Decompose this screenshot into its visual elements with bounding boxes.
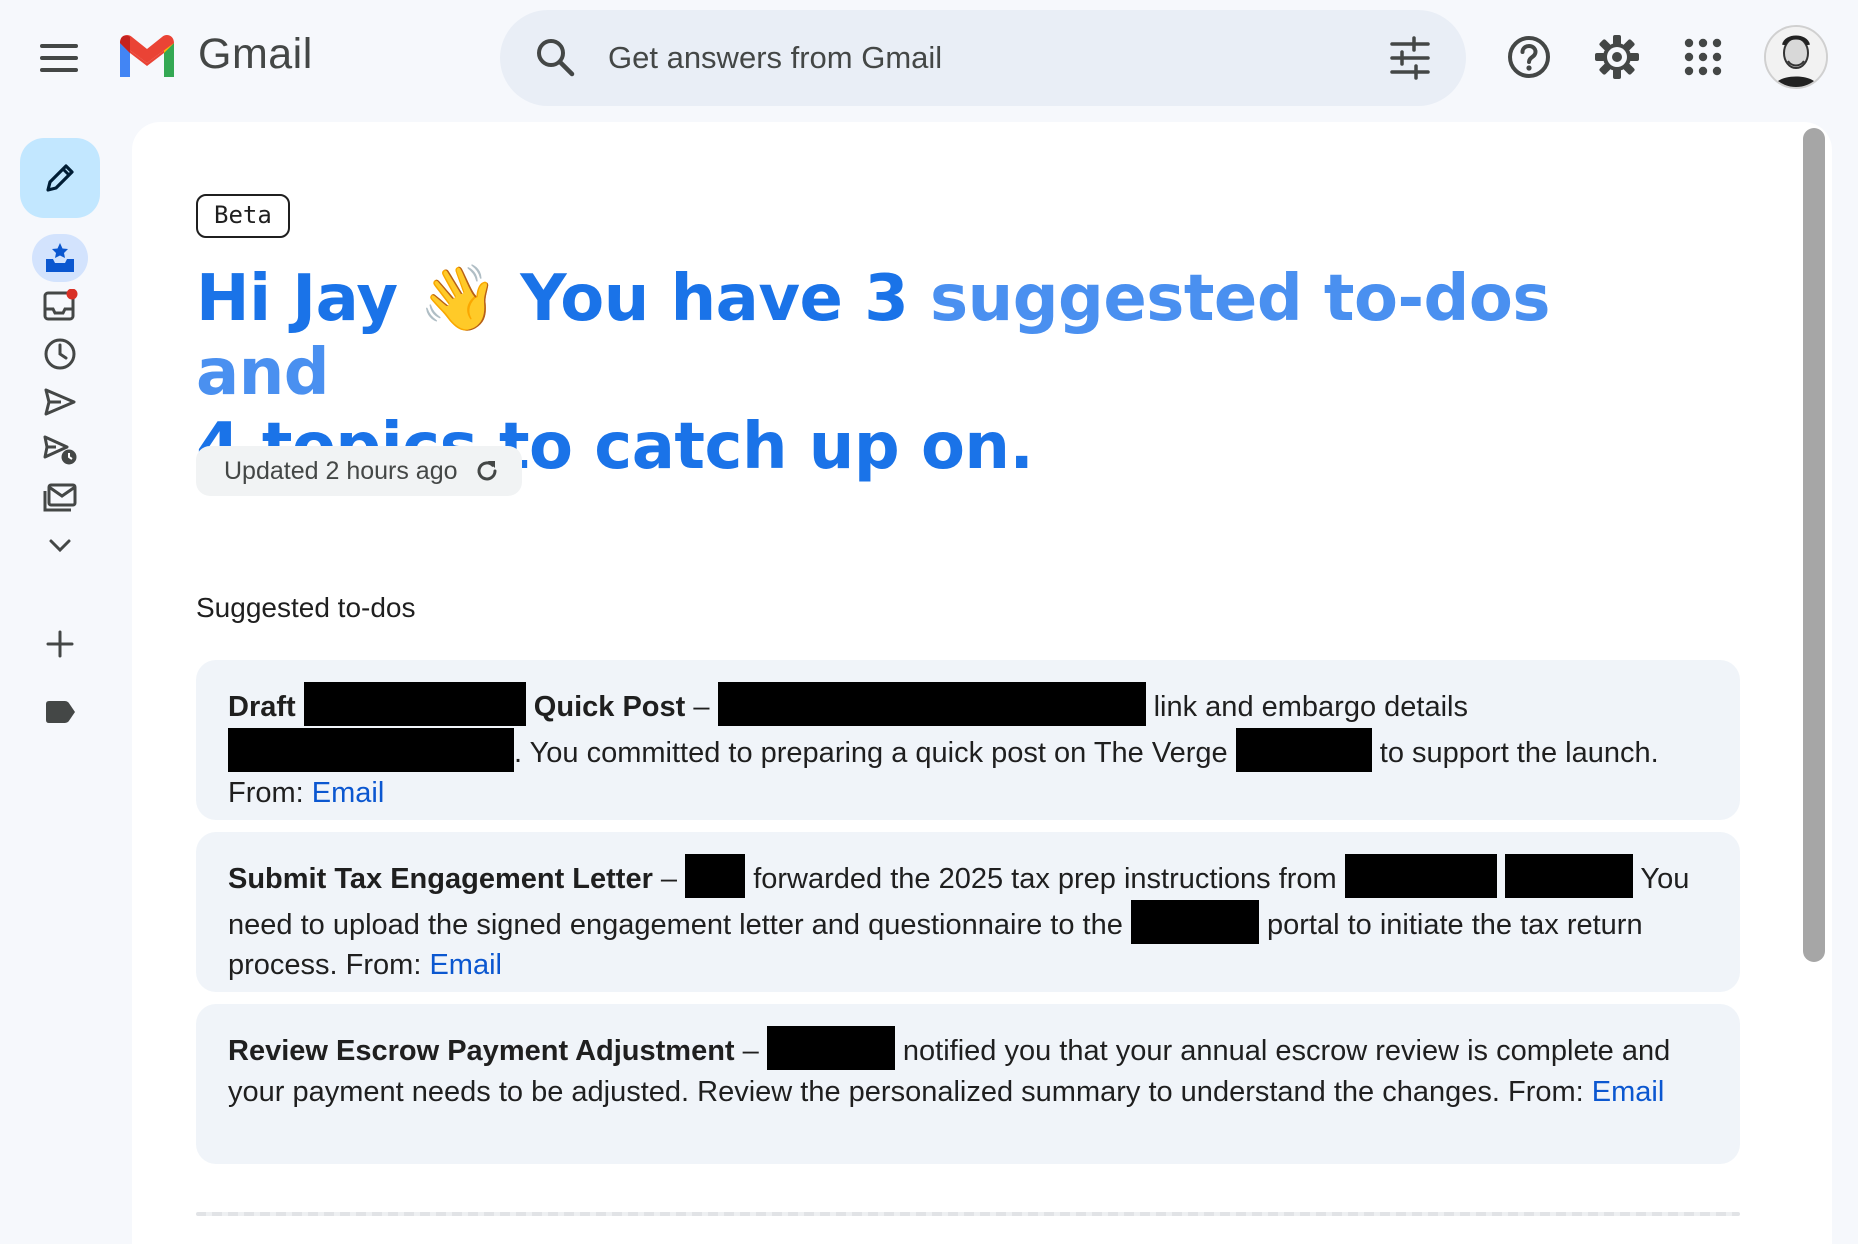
rail-item-scheduled[interactable] [36,428,84,472]
rail-item-sent[interactable] [36,380,84,424]
gmail-m-icon [120,34,174,77]
redacted-block [1504,854,1633,898]
redacted-block [228,727,514,772]
rail-item-inbox[interactable] [36,284,84,328]
unread-dot [66,289,78,300]
compose-button[interactable] [20,138,100,218]
label-icon [46,701,75,723]
create-label-button[interactable] [36,622,84,666]
main-menu-button[interactable] [36,36,84,80]
apps-button[interactable] [1676,30,1730,84]
updated-text: Updated 2 hours ago [224,456,458,485]
todo-source-link[interactable]: Email [429,949,502,981]
todo-text-b: . You committed to preparing a quick pos… [514,736,1228,769]
todo-card-1[interactable]: Draft Quick Post – link and embargo deta… [196,660,1740,820]
app-name: Gmail [198,30,313,78]
apps-grid-icon [1684,38,1722,76]
gmail-logo[interactable]: Gmail [116,30,313,79]
redacted-block [303,682,526,726]
scheduled-send-icon [43,435,77,465]
todo-card-3[interactable]: Review Escrow Payment Adjustment – notif… [196,1004,1740,1164]
send-icon [44,388,76,416]
scrollbar-thumb[interactable] [1803,128,1825,962]
todo-title-part2: Quick Post [533,691,686,723]
help-icon [1508,36,1550,78]
settings-button[interactable] [1590,30,1644,84]
top-bar: Gmail [0,0,1858,118]
menu-icon [40,44,78,48]
redacted-block [717,682,1146,726]
redacted-block [685,854,746,898]
search-icon[interactable] [534,36,578,80]
section-divider [196,1212,1740,1216]
headline-part1: You have 3 [520,262,909,336]
todo-card-2[interactable]: Submit Tax Engagement Letter – forwarded… [196,832,1740,992]
todo-title-part1: Draft [228,691,296,723]
gear-icon [1595,35,1639,79]
todo-title: Submit Tax Engagement Letter [228,863,653,895]
headline-greeting: Hi Jay [196,262,398,336]
redacted-block [1344,854,1497,898]
rail-item-all-mail[interactable] [36,476,84,520]
help-button[interactable] [1502,30,1556,84]
wave-emoji-icon: 👋 [419,262,499,336]
search-bar [500,10,1466,106]
updated-chip[interactable]: Updated 2 hours ago [196,446,522,496]
clock-icon [44,338,76,370]
main-panel: Beta Hi Jay 👋 You have 3 suggested to-do… [132,122,1832,1244]
refresh-icon[interactable] [474,458,500,484]
todo-title: Review Escrow Payment Adjustment [228,1035,735,1067]
todo-source-link[interactable]: Email [1592,1076,1665,1108]
rail-item-label[interactable] [36,690,84,734]
account-avatar[interactable] [1764,25,1828,89]
todo-text-a: link and embargo details [1153,691,1468,723]
todo-text-a: forwarded the 2025 tax prep instructions… [753,863,1337,895]
beta-badge: Beta [196,194,290,238]
redacted-block [1130,899,1259,944]
avatar-icon [1766,27,1826,87]
redacted-block [766,1026,895,1070]
inbox-star-icon [46,243,74,272]
todo-source-link[interactable]: Email [312,777,385,809]
inbox-icon [43,289,78,321]
chevron-down-icon [49,539,71,553]
tune-icon[interactable] [1386,34,1434,82]
redacted-block [1235,727,1372,772]
rail-item-snoozed[interactable] [36,332,84,376]
search-input[interactable] [608,10,1368,106]
section-title: Suggested to-dos [196,592,416,623]
plus-icon [46,630,74,658]
all-mail-icon [43,483,77,512]
pencil-icon [46,164,74,192]
rail-more-button[interactable] [36,524,84,568]
rail-item-overview[interactable] [36,236,84,280]
